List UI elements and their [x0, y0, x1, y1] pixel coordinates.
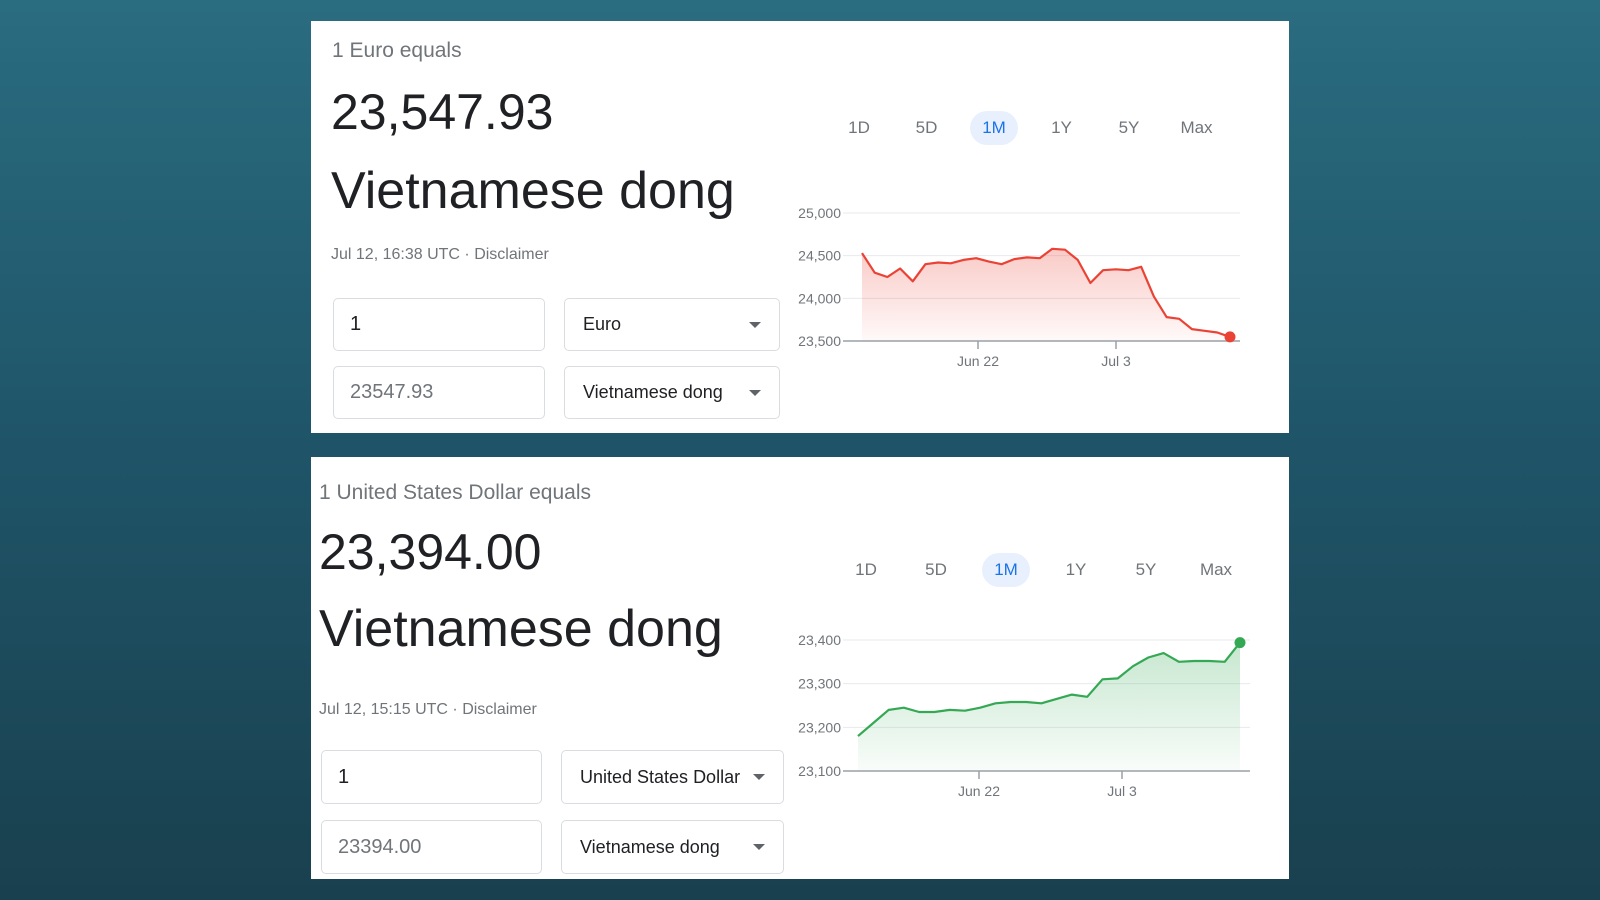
x-tick-label: Jul 3: [1107, 783, 1137, 799]
exchange-rate-value: 23,547.93: [331, 84, 554, 140]
y-tick-label: 25,000: [798, 205, 841, 221]
separator: ·: [452, 701, 458, 718]
tab-1d[interactable]: 1D: [842, 553, 890, 587]
equals-label: 1 United States Dollar equals: [319, 481, 591, 504]
y-tick-label: 24,000: [798, 290, 841, 306]
equals-label: 1 Euro equals: [332, 39, 462, 62]
tab-max[interactable]: Max: [1173, 111, 1221, 145]
tab-5d[interactable]: 5D: [912, 553, 960, 587]
target-currency-label: Vietnamese dong: [583, 382, 723, 402]
target-currency-select[interactable]: Vietnamese dong: [564, 366, 780, 419]
last-point: [1234, 637, 1246, 649]
disclaimer-link[interactable]: Disclaimer: [462, 701, 537, 718]
timestamp-line: Jul 12, 16:38 UTC · Disclaimer: [331, 246, 549, 264]
tab-max[interactable]: Max: [1192, 553, 1240, 587]
y-tick-label: 23,400: [798, 632, 841, 648]
chevron-down-icon: [753, 774, 765, 780]
target-currency-label: Vietnamese dong: [580, 836, 720, 857]
x-tick-label: Jul 3: [1101, 353, 1131, 369]
source-currency-label: United States Dollar: [580, 766, 741, 787]
timestamp-line: Jul 12, 15:15 UTC · Disclaimer: [319, 701, 537, 719]
y-tick-label: 24,500: [798, 248, 841, 264]
y-tick-label: 23,300: [798, 676, 841, 692]
tab-1m[interactable]: 1M: [982, 553, 1030, 587]
range-tabs: 1D 5D 1M 1Y 5Y Max: [835, 111, 1240, 145]
source-currency-label: Euro: [583, 314, 622, 334]
timestamp: Jul 12, 16:38 UTC: [331, 246, 460, 263]
x-tick-label: Jun 22: [957, 353, 999, 369]
source-amount-input[interactable]: 1: [333, 298, 545, 351]
tab-1y[interactable]: 1Y: [1052, 553, 1100, 587]
source-currency-select[interactable]: Euro: [564, 298, 780, 351]
tab-1d[interactable]: 1D: [835, 111, 883, 145]
currency-converter-card-usd: 1 United States Dollar equals 23,394.00 …: [311, 457, 1289, 879]
area-fill: [862, 248, 1230, 341]
tab-5y[interactable]: 5Y: [1105, 111, 1153, 145]
disclaimer-link[interactable]: Disclaimer: [474, 246, 549, 263]
source-amount-input[interactable]: 1: [321, 750, 542, 804]
chevron-down-icon: [749, 389, 761, 396]
separator: ·: [464, 246, 470, 263]
exchange-rate-value: 23,394.00: [319, 524, 542, 580]
target-amount-input[interactable]: 23547.93: [333, 366, 545, 419]
exchange-rate-chart[interactable]: 25,000 24,500 24,000 23,500 Jun 22 Jul 3: [791, 181, 1271, 381]
range-tabs: 1D 5D 1M 1Y 5Y Max: [842, 553, 1262, 587]
tab-1y[interactable]: 1Y: [1038, 111, 1086, 145]
exchange-rate-chart[interactable]: 23,400 23,300 23,200 23,100 Jun 22 Jul 3: [791, 617, 1281, 817]
source-currency-select[interactable]: United States Dollar: [561, 750, 784, 804]
x-tick-label: Jun 22: [958, 783, 1000, 799]
chevron-down-icon: [753, 844, 765, 850]
last-point: [1224, 331, 1236, 343]
tab-5d[interactable]: 5D: [903, 111, 951, 145]
y-tick-label: 23,200: [798, 719, 841, 735]
y-tick-label: 23,500: [798, 333, 841, 349]
tab-5y[interactable]: 5Y: [1122, 553, 1170, 587]
target-currency-title: Vietnamese dong: [319, 600, 723, 658]
target-currency-title: Vietnamese dong: [331, 162, 735, 220]
tab-1m[interactable]: 1M: [970, 111, 1018, 145]
target-amount-input[interactable]: 23394.00: [321, 820, 542, 874]
currency-converter-card-euro: 1 Euro equals 23,547.93 Vietnamese dong …: [311, 21, 1289, 433]
chevron-down-icon: [749, 321, 761, 328]
y-tick-label: 23,100: [798, 763, 841, 779]
target-currency-select[interactable]: Vietnamese dong: [561, 820, 784, 874]
timestamp: Jul 12, 15:15 UTC: [319, 701, 448, 718]
